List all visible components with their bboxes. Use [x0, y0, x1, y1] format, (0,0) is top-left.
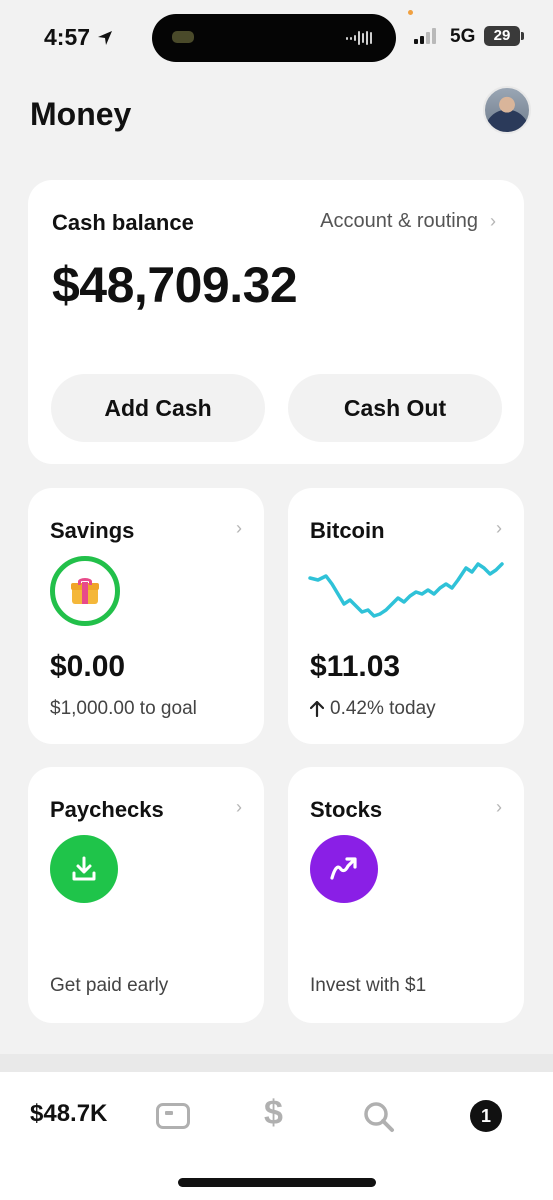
trend-up-icon — [310, 835, 378, 903]
avatar[interactable] — [483, 86, 531, 134]
time-text: 4:57 — [44, 24, 91, 50]
stocks-footer: Invest with $1 — [310, 975, 427, 996]
chevron-right-icon: › — [236, 797, 242, 817]
stocks-title: Stocks — [310, 797, 383, 822]
account-routing-label: Account & routing — [320, 210, 478, 232]
status-time: 4:57 — [44, 24, 114, 51]
paychecks-tile[interactable]: Paychecks › Get paid early — [28, 767, 264, 1023]
activity-icon[interactable]: 1 — [470, 1100, 502, 1132]
bitcoin-tile[interactable]: Bitcoin › $11.03 0.42% today — [288, 488, 524, 744]
page-title: Money — [30, 96, 132, 132]
savings-tile[interactable]: Savings › $0.00 $1,000.00 to goal — [28, 488, 264, 744]
arrow-up-icon — [310, 701, 324, 717]
bitcoin-title: Bitcoin — [310, 518, 385, 543]
home-indicator — [178, 1178, 376, 1187]
island-audio-wave-icon — [346, 30, 372, 46]
card-icon[interactable] — [156, 1103, 190, 1129]
cash-balance-label: Cash balance — [52, 210, 194, 235]
battery-icon: 29 — [484, 26, 524, 46]
account-routing-link[interactable]: Account & routing › — [320, 210, 496, 233]
savings-title: Savings — [50, 518, 135, 543]
add-cash-button[interactable]: Add Cash — [51, 374, 265, 442]
savings-amount: $0.00 — [50, 650, 126, 683]
bitcoin-sparkline — [308, 562, 504, 618]
stocks-tile[interactable]: Stocks › Invest with $1 — [288, 767, 524, 1023]
chevron-right-icon: › — [496, 518, 502, 538]
paychecks-title: Paychecks — [50, 797, 164, 822]
download-icon — [50, 835, 118, 903]
chevron-right-icon: › — [490, 211, 496, 231]
bitcoin-change-text: 0.42% today — [330, 698, 436, 719]
savings-goal-text: $1,000.00 to goal — [50, 698, 197, 719]
gift-icon — [71, 578, 99, 604]
tab-money-balance[interactable]: $48.7K — [30, 1100, 107, 1128]
bitcoin-amount: $11.03 — [310, 650, 401, 683]
chevron-right-icon: › — [496, 797, 502, 817]
paychecks-footer: Get paid early — [50, 975, 169, 996]
signal-bars-icon — [414, 28, 436, 44]
dynamic-island — [152, 14, 396, 62]
bitcoin-change: 0.42% today — [310, 698, 436, 720]
dollar-icon[interactable]: $ — [264, 1094, 283, 1133]
cash-balance-card: Cash balance Account & routing › $48,709… — [28, 180, 524, 464]
search-icon[interactable] — [362, 1100, 396, 1134]
location-arrow-icon — [98, 30, 113, 45]
island-app-icon — [172, 31, 194, 43]
chevron-right-icon: › — [236, 518, 242, 538]
cash-out-button[interactable]: Cash Out — [288, 374, 502, 442]
status-bar: 4:57 5G 29 — [0, 0, 553, 72]
network-label: 5G — [450, 26, 476, 47]
savings-goal-ring — [50, 556, 120, 626]
section-divider — [0, 1054, 553, 1072]
privacy-indicator-dot — [408, 10, 413, 15]
cash-balance-amount: $48,709.32 — [52, 257, 298, 313]
